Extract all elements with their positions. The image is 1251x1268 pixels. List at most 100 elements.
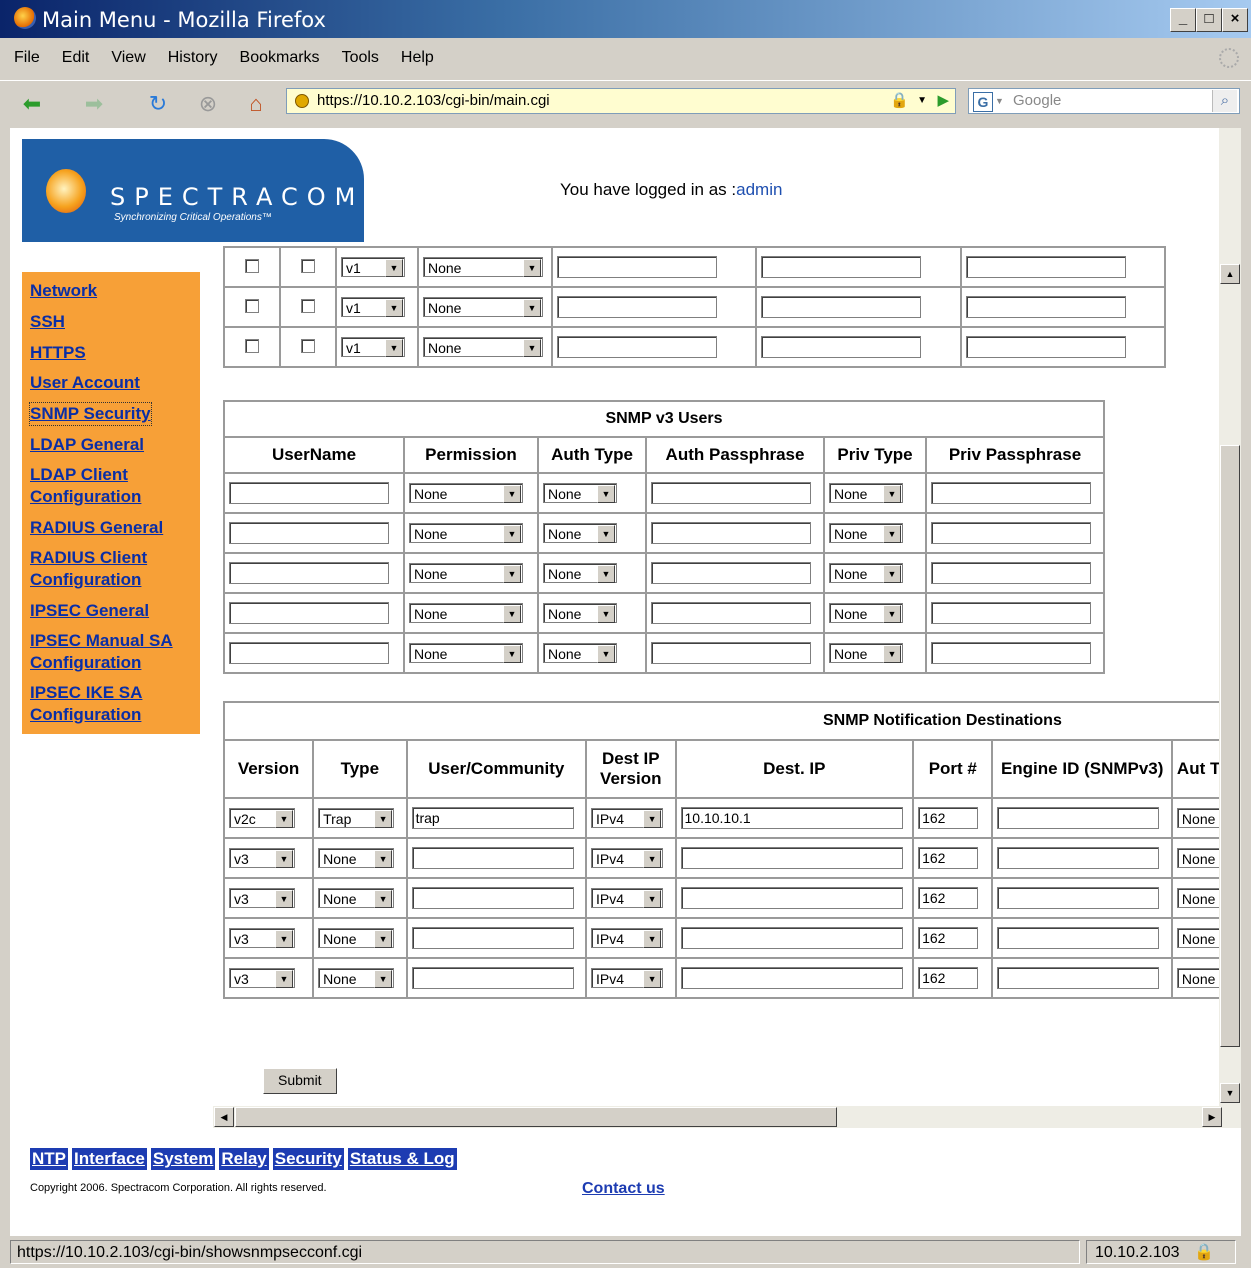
auth-type-select[interactable]: None▼	[543, 483, 617, 503]
dest-ip-input[interactable]	[680, 887, 903, 909]
footer-link-security[interactable]: Security	[272, 1148, 344, 1170]
footer-link-status-log[interactable]: Status & Log	[347, 1148, 457, 1170]
priv-type-select[interactable]: None ▼	[829, 603, 903, 623]
checkbox[interactable]	[245, 258, 259, 273]
type-select[interactable]: None ▼	[318, 928, 395, 948]
version-select[interactable]: v1 ▼	[341, 337, 405, 357]
auth-type-select[interactable]: None▼	[543, 523, 617, 543]
username-input[interactable]	[229, 562, 389, 584]
community-input[interactable]	[557, 296, 717, 318]
checkbox[interactable]	[301, 258, 315, 273]
engine-id-input[interactable]	[997, 847, 1160, 869]
community-input[interactable]	[411, 847, 574, 869]
checkbox[interactable]	[245, 338, 259, 353]
permission-select[interactable]: None ▼	[423, 297, 543, 317]
username-input[interactable]	[229, 642, 389, 664]
frame-horizontal-scrollbar[interactable]: ◀ ▶	[213, 1106, 1223, 1128]
sidebar-link-snmp-security[interactable]: SNMP Security	[29, 402, 152, 426]
ip-version-select[interactable]: IPv4 ▼	[591, 888, 664, 908]
priv-passphrase-input[interactable]	[931, 642, 1091, 664]
engine-id-input[interactable]	[997, 927, 1160, 949]
menu-bookmarks[interactable]: Bookmarks	[236, 44, 324, 72]
dest-ip-input[interactable]	[680, 847, 903, 869]
submit-button[interactable]: Submit	[263, 1068, 337, 1094]
vertical-scroll-thumb[interactable]	[1220, 445, 1240, 1047]
sidebar-link-ipsec-manual-sa[interactable]: IPSEC Manual SA Configuration	[30, 630, 200, 674]
permission-select[interactable]: None ▼	[409, 483, 523, 503]
sidebar-link-network[interactable]: Network	[30, 280, 97, 302]
forward-arrow-icon[interactable]: ➡	[80, 91, 108, 117]
menu-edit[interactable]: Edit	[58, 44, 94, 72]
username-input[interactable]	[229, 522, 389, 544]
checkbox[interactable]	[301, 298, 315, 313]
ip-input[interactable]	[761, 256, 922, 278]
dropdown-arrow-icon[interactable]: ▼	[917, 89, 927, 113]
ip-version-select[interactable]: IPv4 ▼	[591, 808, 664, 828]
sidebar-link-radius-general[interactable]: RADIUS General	[30, 517, 163, 539]
go-arrow-icon[interactable]: ▶	[937, 89, 949, 113]
ip-version-select[interactable]: IPv4 ▼	[591, 928, 664, 948]
auth-type-select[interactable]: None▼	[543, 643, 617, 663]
google-engine-icon[interactable]: G	[973, 92, 993, 112]
port-input[interactable]: 162	[918, 847, 979, 869]
stop-icon[interactable]: ⊗	[194, 91, 222, 117]
version-select[interactable]: v1 ▼	[341, 257, 405, 277]
community-input[interactable]	[411, 887, 574, 909]
auth-type-select[interactable]: None▼	[543, 563, 617, 583]
search-icon[interactable]: ⌕	[1212, 90, 1237, 112]
ip-version-select[interactable]: IPv4 ▼	[591, 968, 664, 988]
username-input[interactable]	[229, 602, 389, 624]
menu-history[interactable]: History	[164, 44, 222, 72]
footer-link-system[interactable]: System	[150, 1148, 216, 1170]
menu-tools[interactable]: Tools	[338, 44, 383, 72]
port-input[interactable]: 162	[918, 927, 979, 949]
dest-ip-input[interactable]	[680, 927, 903, 949]
auth-passphrase-input[interactable]	[651, 522, 811, 544]
priv-passphrase-input[interactable]	[931, 602, 1091, 624]
footer-link-ntp[interactable]: NTP	[30, 1148, 68, 1170]
permission-select[interactable]: None ▼	[409, 603, 523, 623]
priv-passphrase-input[interactable]	[931, 562, 1091, 584]
url-bar[interactable]: https://10.10.2.103/cgi-bin/main.cgi 🔒 ▼…	[286, 88, 956, 114]
version-select[interactable]: v1 ▼	[341, 297, 405, 317]
username-input[interactable]	[229, 482, 389, 504]
ip-input[interactable]	[761, 296, 922, 318]
checkbox[interactable]	[301, 338, 315, 353]
community-input[interactable]	[411, 927, 574, 949]
engine-id-input[interactable]	[997, 887, 1160, 909]
sidebar-link-ipsec-ike-sa[interactable]: IPSEC IKE SA Configuration	[30, 682, 180, 726]
maximize-button[interactable]: □	[1196, 8, 1222, 32]
permission-select[interactable]: None ▼	[409, 643, 523, 663]
port-input[interactable]: 162	[918, 807, 979, 829]
priv-type-select[interactable]: None ▼	[829, 523, 903, 543]
sidebar-link-radius-client[interactable]: RADIUS Client Configuration	[30, 547, 180, 591]
back-arrow-icon[interactable]: ⬅	[18, 91, 46, 117]
sidebar-link-ssh[interactable]: SSH	[30, 311, 65, 333]
version-select[interactable]: v3 ▼	[229, 848, 295, 868]
footer-link-interface[interactable]: Interface	[72, 1148, 147, 1170]
permission-select[interactable]: None ▼	[409, 523, 523, 543]
engine-id-input[interactable]	[997, 967, 1160, 989]
permission-select[interactable]: None ▼	[423, 257, 543, 277]
priv-passphrase-input[interactable]	[931, 482, 1091, 504]
reload-icon[interactable]: ↻	[144, 91, 172, 117]
mask-input[interactable]	[965, 256, 1126, 278]
ip-input[interactable]	[761, 336, 922, 358]
priv-type-select[interactable]: None ▼	[829, 643, 903, 663]
home-icon[interactable]: ⌂	[242, 91, 270, 117]
scroll-down-arrow-icon[interactable]: ▼	[1220, 1083, 1240, 1103]
engine-dropdown-icon[interactable]: ▼	[995, 89, 1004, 113]
scroll-up-arrow-icon[interactable]: ▲	[1220, 264, 1240, 284]
type-select[interactable]: None ▼	[318, 848, 395, 868]
frame-vertical-scrollbar[interactable]: ▲ ▼	[1219, 128, 1241, 1128]
menu-help[interactable]: Help	[397, 44, 438, 72]
dest-ip-input[interactable]	[680, 967, 903, 989]
type-select[interactable]: None ▼	[318, 888, 395, 908]
scroll-left-arrow-icon[interactable]: ◀	[214, 1107, 234, 1127]
version-select[interactable]: v3 ▼	[229, 888, 295, 908]
type-select[interactable]: Trap ▼	[318, 808, 395, 828]
priv-type-select[interactable]: None ▼	[829, 563, 903, 583]
sidebar-link-ipsec-general[interactable]: IPSEC General	[30, 600, 149, 622]
minimize-button[interactable]: _	[1170, 8, 1196, 32]
engine-id-input[interactable]	[997, 807, 1160, 829]
